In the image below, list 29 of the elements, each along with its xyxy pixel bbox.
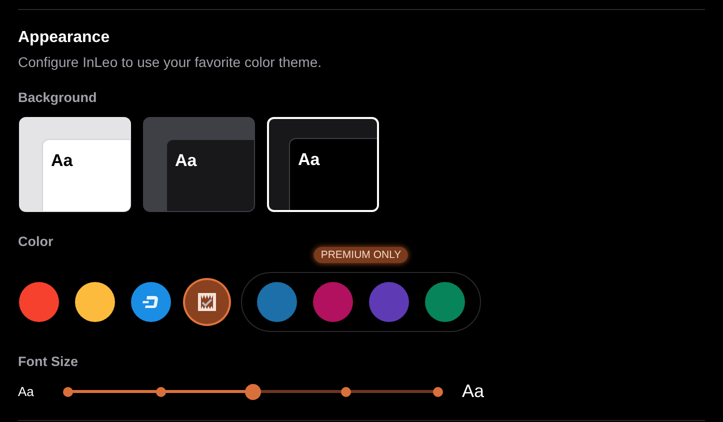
slider-stop[interactable] [433, 386, 443, 396]
slider-stop[interactable] [63, 386, 73, 396]
color-swatch[interactable] [369, 282, 409, 322]
section-title: Appearance [18, 29, 111, 47]
font-size-label: Font Size [18, 354, 79, 369]
color-swatch[interactable] [75, 282, 115, 322]
theme-option[interactable]: Aa [143, 117, 255, 212]
color-swatch[interactable] [19, 282, 59, 322]
color-swatch[interactable] [257, 282, 297, 322]
theme-sample-text: Aa [175, 151, 197, 170]
theme-option[interactable]: Aa [267, 117, 379, 212]
theme-option[interactable]: Aa [19, 117, 131, 212]
small-font-sample: Aa [18, 384, 35, 399]
color-swatch[interactable] [313, 282, 353, 322]
slider-stop[interactable] [340, 386, 350, 396]
theme-sample-text: Aa [298, 150, 320, 169]
color-label: Color [18, 234, 54, 249]
section-description: Configure InLeo to use your favorite color theme. [18, 54, 323, 70]
slider-stop[interactable] [156, 386, 166, 396]
dash-logo-icon [142, 295, 160, 309]
color-swatch[interactable] [131, 282, 171, 322]
theme-sample-text: Aa [51, 151, 73, 170]
slider-thumb[interactable] [245, 384, 261, 400]
premium-badge: PREMIUM ONLY [314, 247, 408, 263]
large-font-sample: Aa [462, 381, 484, 402]
fanged-mouth-check-icon [196, 291, 218, 313]
color-swatch[interactable] [187, 282, 227, 322]
background-label: Background [18, 90, 98, 105]
color-swatch[interactable] [425, 282, 465, 322]
